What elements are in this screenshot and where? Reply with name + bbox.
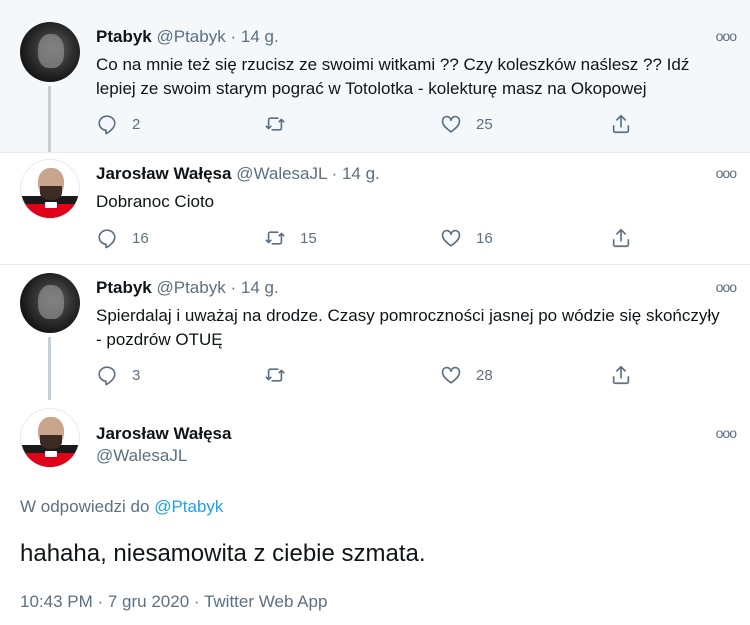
author-handle[interactable]: @Ptabyk xyxy=(156,27,225,46)
retweet-icon xyxy=(265,231,285,245)
avatar-ptabyk[interactable] xyxy=(20,22,80,82)
reply-prefix: W odpowiedzi do xyxy=(20,497,150,516)
separator: · xyxy=(230,278,237,297)
tweet-text: Dobranoc Cioto xyxy=(96,192,215,211)
like-button[interactable]: 16 xyxy=(440,227,493,249)
reply-button[interactable]: 3 xyxy=(96,364,140,386)
reply-to-link[interactable]: @Ptabyk xyxy=(154,497,223,516)
more-options-icon[interactable]: ooo xyxy=(716,425,737,441)
share-icon xyxy=(612,365,630,385)
reply-icon xyxy=(98,115,116,135)
avatar-walesa[interactable] xyxy=(20,159,80,219)
reply-count: 16 xyxy=(132,229,149,247)
like-count: 25 xyxy=(476,115,493,133)
retweet-button[interactable] xyxy=(264,364,300,386)
retweet-icon xyxy=(265,368,285,382)
share-button[interactable] xyxy=(610,364,632,386)
heart-icon xyxy=(441,366,461,384)
replying-to: W odpowiedzi do @Ptabyk xyxy=(20,497,223,517)
retweet-icon xyxy=(265,117,285,131)
reply-tweet-3[interactable]: Ptabyk @Ptabyk · 14 g. ooo Spierdalaj i … xyxy=(0,265,750,400)
heart-icon xyxy=(441,115,461,133)
reply-count: 2 xyxy=(132,115,141,133)
tweet-header: Ptabyk @Ptabyk · 14 g. xyxy=(96,27,279,47)
reply-icon xyxy=(98,229,116,249)
reply-button[interactable]: 16 xyxy=(96,227,149,249)
like-count: 28 xyxy=(476,366,493,384)
avatar-ptabyk[interactable] xyxy=(20,273,80,333)
more-options-icon[interactable]: ooo xyxy=(716,28,737,44)
author-name[interactable]: Ptabyk xyxy=(96,27,152,46)
tweet-text: Spierdalaj i uważaj na drodze. Czasy pom… xyxy=(96,306,720,349)
tweet-header: Ptabyk @Ptabyk · 14 g. xyxy=(96,278,279,298)
tweet-meta[interactable]: 10:43 PM · 7 gru 2020 · Twitter Web App xyxy=(20,592,327,612)
reply-count: 3 xyxy=(132,366,141,384)
main-tweet-text: hahaha, niesamowita z ciebie szmata. xyxy=(20,540,426,567)
timestamp[interactable]: 14 g. xyxy=(342,164,380,183)
separator: · xyxy=(331,164,338,183)
share-button[interactable] xyxy=(610,113,632,135)
timestamp[interactable]: 14 g. xyxy=(241,27,279,46)
reply-tweet-2[interactable]: Jarosław Wałęsa @WalesaJL · 14 g. ooo Do… xyxy=(0,153,750,264)
main-author-handle[interactable]: @WalesaJL xyxy=(96,446,187,466)
main-author-name[interactable]: Jarosław Wałęsa xyxy=(96,424,231,444)
author-name[interactable]: Ptabyk xyxy=(96,278,152,297)
like-count: 16 xyxy=(476,229,493,247)
share-icon xyxy=(612,228,630,248)
more-options-icon[interactable]: ooo xyxy=(716,165,737,181)
tweet-header: Jarosław Wałęsa @WalesaJL · 14 g. xyxy=(96,164,380,184)
thread-line xyxy=(48,86,51,152)
like-button[interactable]: 25 xyxy=(440,113,493,135)
reply-icon xyxy=(98,366,116,386)
like-button[interactable]: 28 xyxy=(440,364,493,386)
share-button[interactable] xyxy=(610,227,632,249)
reply-tweet-1[interactable]: Ptabyk @Ptabyk · 14 g. ooo Co na mnie te… xyxy=(0,0,750,152)
tweet-text: Co na mnie też się rzucisz ze swoimi wit… xyxy=(96,55,690,98)
retweet-button[interactable]: 15 xyxy=(264,227,317,249)
retweet-count: 15 xyxy=(300,229,317,247)
reply-button[interactable]: 2 xyxy=(96,113,140,135)
separator: · xyxy=(230,27,237,46)
author-handle[interactable]: @Ptabyk xyxy=(156,278,225,297)
avatar-walesa[interactable] xyxy=(20,408,80,468)
more-options-icon[interactable]: ooo xyxy=(716,279,737,295)
share-icon xyxy=(612,114,630,134)
author-handle[interactable]: @WalesaJL xyxy=(236,164,327,183)
author-name[interactable]: Jarosław Wałęsa xyxy=(96,164,231,183)
timestamp[interactable]: 14 g. xyxy=(241,278,279,297)
heart-icon xyxy=(441,229,461,247)
thread-line xyxy=(48,337,51,400)
retweet-button[interactable] xyxy=(264,113,300,135)
